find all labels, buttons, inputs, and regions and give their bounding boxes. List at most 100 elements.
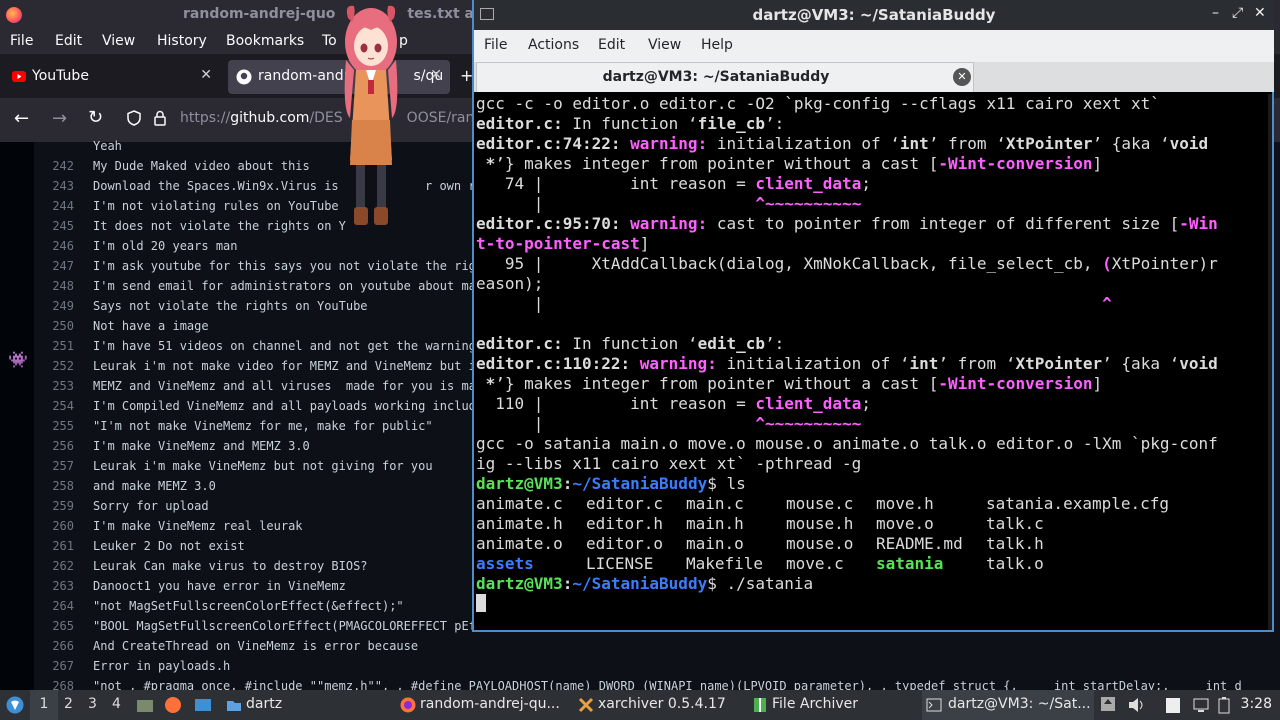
ls-entry: mouse.c (786, 494, 854, 513)
line-number[interactable]: 251 (34, 339, 74, 353)
maximize-icon[interactable]: ⤢ (1232, 5, 1243, 21)
terminal-line: | ^~~~~~~~~~~ (476, 414, 862, 433)
line-number[interactable]: 267 (34, 659, 74, 673)
ls-entry: satania (876, 554, 944, 573)
ls-entry: main.h (686, 514, 744, 533)
task-terminal[interactable]: dartz@VM3: ~/Sat... (922, 690, 1094, 720)
line-number[interactable]: 247 (34, 259, 74, 273)
line-number[interactable]: 243 (34, 179, 74, 193)
task-firefox[interactable]: random-andrej-qu... (398, 690, 568, 720)
line-number[interactable]: 258 (34, 479, 74, 493)
terminal-line: | ^~~~~~~~~~~ (476, 194, 862, 213)
octocat-icon[interactable]: 👾 (8, 350, 28, 369)
line-number[interactable]: 257 (34, 459, 74, 473)
terminal-output[interactable]: gcc -c -o editor.o editor.c -O2 `pkg-con… (474, 94, 1270, 630)
workspace-4[interactable]: 4 (112, 696, 121, 712)
terminal-scrollbar[interactable] (1268, 94, 1272, 630)
menu-edit[interactable]: Edit (598, 37, 625, 53)
code-line: 268 "not , #pragma once, #include ""memz.… (34, 679, 1280, 690)
terminal-line: gcc -c -o editor.o editor.c -O2 `pkg-con… (476, 94, 1160, 113)
shield-icon[interactable] (127, 110, 141, 126)
line-number[interactable]: 248 (34, 279, 74, 293)
menu-file[interactable]: File (484, 37, 507, 53)
line-text: My Dude Maked video about this (93, 159, 310, 173)
file-manager-icon[interactable] (136, 696, 154, 714)
task-dartz[interactable]: dartz (224, 690, 384, 720)
ls-entry: talk.h (986, 534, 1044, 553)
workspace-2[interactable]: 2 (64, 696, 73, 712)
url-bar[interactable]: https://github.com/DES OOSE/rand (180, 110, 483, 126)
close-icon[interactable]: ✕ (1254, 5, 1266, 21)
line-number[interactable]: 253 (34, 379, 74, 393)
github-icon (236, 69, 252, 85)
xarchiver-icon (578, 697, 594, 713)
upload-icon[interactable] (1100, 696, 1116, 712)
line-number[interactable]: 250 (34, 319, 74, 333)
menu-view[interactable]: View (648, 37, 681, 53)
terminal-line: 110 | int reason = client_data; (476, 394, 871, 413)
workspace-3[interactable]: 3 (88, 696, 97, 712)
terminal-line: editor.c: In function ‘file_cb’: (476, 114, 785, 133)
clock[interactable]: 3:28 (1241, 696, 1272, 712)
line-text: It does not violate the rights on Y (93, 219, 346, 233)
clipboard-icon[interactable] (1164, 696, 1182, 714)
back-icon[interactable]: ← (14, 108, 29, 129)
menu-edit[interactable]: Edit (55, 33, 82, 49)
terminal-line: *’} makes integer from pointer without a… (476, 374, 1103, 393)
task-xarchiver[interactable]: xarchiver 0.5.4.17 (576, 690, 742, 720)
line-number[interactable]: 262 (34, 559, 74, 573)
lock-icon[interactable] (154, 110, 166, 126)
desktop-icon[interactable] (194, 696, 212, 714)
menu-view[interactable]: View (102, 33, 135, 49)
menu-file[interactable]: File (10, 33, 33, 49)
terminal-titlebar[interactable]: dartz@VM3: ~/SataniaBuddy – ⤢ ✕ (474, 0, 1274, 30)
menu-tools[interactable]: To (322, 33, 337, 49)
line-number[interactable]: 266 (34, 639, 74, 653)
workspace-1[interactable]: 1 (30, 690, 58, 720)
close-icon[interactable]: ✕ (200, 67, 212, 83)
line-number[interactable]: 264 (34, 599, 74, 613)
forward-icon[interactable]: → (52, 108, 67, 129)
line-number[interactable]: 249 (34, 299, 74, 313)
terminal-line: 95 | XtAddCallback(dialog, XmNokCallback… (476, 254, 1218, 273)
line-number[interactable]: 246 (34, 239, 74, 253)
line-number[interactable]: 256 (34, 439, 74, 453)
line-text: Yeah (93, 139, 122, 153)
line-text: Sorry for upload (93, 499, 209, 513)
terminal-tab[interactable]: dartz@VM3: ~/SataniaBuddy ✕ (476, 62, 974, 92)
line-number[interactable]: 245 (34, 219, 74, 233)
line-number[interactable]: 259 (34, 499, 74, 513)
network-icon[interactable] (1192, 696, 1210, 714)
menu-bookmarks[interactable]: Bookmarks (226, 33, 304, 49)
close-icon[interactable]: ✕ (953, 68, 971, 86)
task-file-archiver[interactable]: File Archiver (750, 690, 916, 720)
line-number[interactable]: 255 (34, 419, 74, 433)
line-number[interactable]: 260 (34, 519, 74, 533)
terminal-line: 74 | int reason = client_data; (476, 174, 871, 193)
line-text: Download the Spaces.Win9x.Virus is (93, 179, 339, 193)
close-icon[interactable]: ✕ (430, 67, 442, 83)
menu-help[interactable]: Help (701, 37, 733, 53)
terminal-line: editor.c:95:70: warning: cast to pointer… (476, 214, 1218, 233)
menu-actions[interactable]: Actions (528, 37, 579, 53)
line-number[interactable]: 265 (34, 619, 74, 633)
line-number[interactable]: 254 (34, 399, 74, 413)
minimize-icon[interactable]: – (1212, 5, 1219, 21)
line-text: "BOOL MagSetFullscreenColorEffect(PMAGCO… (93, 619, 476, 633)
line-number[interactable]: 268 (34, 679, 74, 690)
line-number[interactable]: 252 (34, 359, 74, 373)
volume-icon[interactable] (1128, 697, 1146, 713)
start-menu-icon[interactable] (6, 696, 24, 714)
menu-history[interactable]: History (157, 33, 207, 49)
line-number[interactable]: 242 (34, 159, 74, 173)
satania-sprite[interactable] (340, 0, 402, 232)
code-line: 267 Error in payloads.h (34, 659, 1280, 679)
firefox-launcher-icon[interactable] (164, 696, 182, 714)
tab-youtube[interactable]: YouTube ✕ (2, 60, 220, 94)
battery-icon[interactable] (1216, 696, 1232, 714)
line-number[interactable]: 244 (34, 199, 74, 213)
line-number[interactable]: 263 (34, 579, 74, 593)
tab-github[interactable]: random-andr s/qu ✕ (228, 60, 450, 94)
reload-icon[interactable]: ↻ (88, 107, 103, 128)
line-number[interactable]: 261 (34, 539, 74, 553)
